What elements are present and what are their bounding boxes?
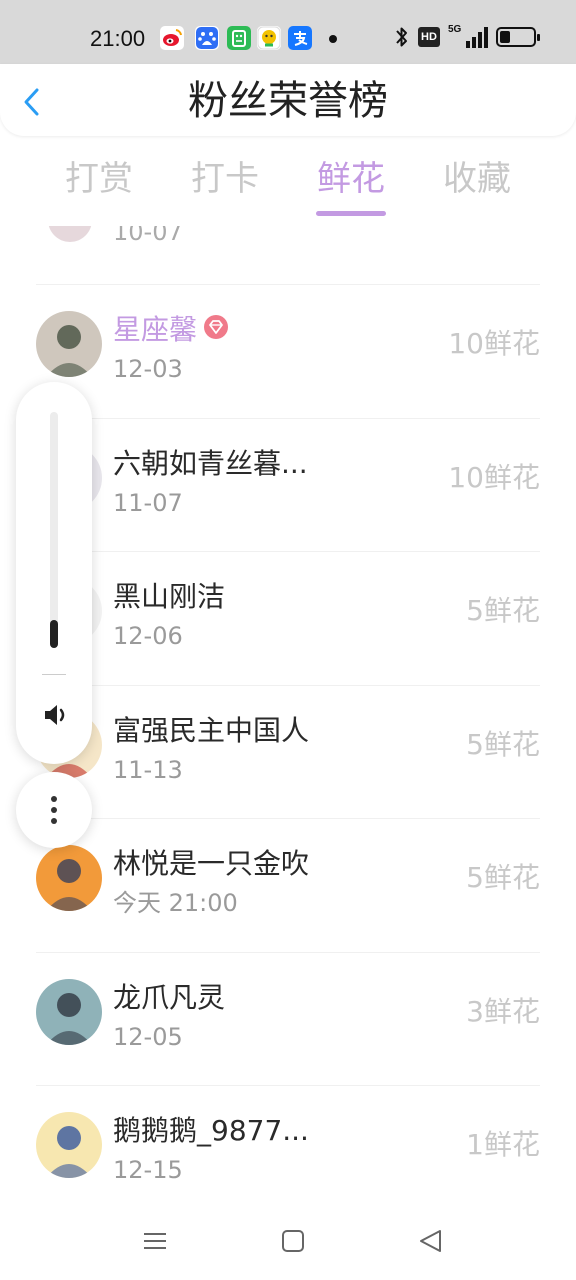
user-date: 12-15 — [113, 1156, 183, 1184]
user-date: 11-07 — [113, 488, 183, 517]
hd-badge: HD — [418, 27, 440, 47]
status-time: 21:00 — [90, 26, 146, 51]
user-date: 今天 21:00 — [113, 889, 238, 917]
user-name-text: 黑山刚洁 — [113, 580, 226, 613]
user-name[interactable]: 六朝如青丝暮... — [113, 445, 308, 483]
avatar[interactable] — [36, 1112, 102, 1178]
user-name-text: 林悦是一只金吹 — [113, 847, 310, 880]
volume-slider[interactable] — [50, 412, 58, 648]
flower-count: 10鲜花 — [448, 327, 540, 360]
list-item[interactable]: 鹅鹅鹅_9877... 12-15 1鲜花 — [36, 1085, 540, 1206]
bluetooth-icon — [396, 27, 407, 47]
page-title: 粉丝荣誉榜 — [188, 78, 388, 124]
home-button[interactable] — [278, 1226, 308, 1256]
flower-count: 10鲜花 — [448, 460, 540, 494]
avatar[interactable] — [36, 845, 102, 911]
list-item-partial[interactable]: 10-07 — [0, 226, 576, 284]
avatar — [48, 226, 92, 242]
user-name-text: 富强民主中国人 — [113, 713, 310, 747]
speaker-icon — [45, 705, 65, 725]
list-item[interactable]: 黑山刚洁 12-06 5鲜花 — [36, 551, 540, 685]
user-name[interactable]: 黑山刚洁 — [113, 578, 225, 616]
app-yellow-icon — [257, 26, 281, 50]
avatar[interactable] — [36, 311, 102, 377]
tab-reward[interactable]: 打赏 — [36, 150, 162, 220]
list-item[interactable]: 星座馨 12-03 10鲜花 — [36, 284, 540, 418]
tab-checkin[interactable]: 打卡 — [162, 150, 288, 220]
status-indicators: HD 5G — [394, 24, 540, 50]
user-name[interactable]: 星座馨 — [113, 311, 229, 350]
network-type-label: 5G — [448, 24, 462, 35]
flower-count: 3鲜花 — [466, 994, 540, 1028]
user-name[interactable]: 富强民主中国人 — [113, 712, 309, 750]
header-bar: 粉丝荣誉榜 — [0, 64, 576, 136]
volume-divider — [42, 674, 66, 675]
battery-fill — [500, 31, 510, 43]
vip-diamond-icon — [203, 312, 229, 350]
tab-bar: 打赏 打卡 鲜花 收藏 — [36, 150, 540, 220]
user-name-text: 六朝如青丝暮... — [113, 446, 308, 480]
more-vertical-icon — [51, 796, 57, 802]
user-name[interactable]: 龙爪凡灵 — [113, 979, 225, 1017]
user-date: 12-05 — [113, 1022, 183, 1051]
menu-icon — [144, 1233, 166, 1249]
more-options-button[interactable] — [16, 772, 92, 848]
tab-flowers[interactable]: 鲜花 — [288, 150, 414, 220]
user-name-text: 星座馨 — [113, 313, 198, 346]
list-item[interactable]: 龙爪凡灵 12-05 3鲜花 — [36, 951, 540, 1086]
tab-favorites[interactable]: 收藏 — [414, 150, 540, 220]
speaker-button[interactable] — [40, 700, 70, 730]
flower-count: 5鲜花 — [466, 727, 540, 761]
flower-count: 1鲜花 — [466, 1128, 540, 1161]
flower-count: 5鲜花 — [466, 594, 540, 627]
signal-icon: 5G — [448, 24, 488, 48]
status-bar: 21:00 HD 5G — [0, 0, 576, 64]
back-triangle-icon — [420, 1230, 441, 1252]
home-square-icon — [282, 1230, 304, 1252]
notification-dot-icon — [329, 35, 337, 43]
weibo-icon — [160, 26, 184, 50]
user-name[interactable]: 林悦是一只金吹 — [113, 845, 309, 883]
user-name[interactable]: 鹅鹅鹅_9877... — [113, 1112, 309, 1150]
system-back-button[interactable] — [416, 1226, 446, 1256]
list-item[interactable]: 六朝如青丝暮... 11-07 10鲜花 — [36, 417, 540, 552]
battery-icon — [496, 27, 540, 47]
user-date: 10-07 — [113, 226, 183, 246]
user-name-text: 龙爪凡灵 — [113, 980, 226, 1014]
user-name-text: 鹅鹅鹅_9877... — [113, 1114, 309, 1147]
user-date: 11-13 — [113, 755, 183, 784]
app-green-icon — [227, 26, 251, 50]
user-date: 12-06 — [113, 622, 183, 650]
alipay-icon — [288, 26, 312, 50]
flower-count: 5鲜花 — [466, 861, 540, 894]
volume-slider-fill — [50, 619, 58, 648]
list-item[interactable]: 林悦是一只金吹 今天 21:00 5鲜花 — [36, 818, 540, 952]
system-nav-bar — [0, 1206, 576, 1280]
avatar[interactable] — [36, 978, 102, 1045]
list-item[interactable]: 富强民主中国人 11-13 5鲜花 — [36, 684, 540, 819]
recent-apps-button[interactable] — [140, 1226, 170, 1256]
user-date: 12-03 — [113, 355, 183, 383]
volume-panel — [16, 382, 92, 764]
baidu-icon — [195, 26, 219, 50]
